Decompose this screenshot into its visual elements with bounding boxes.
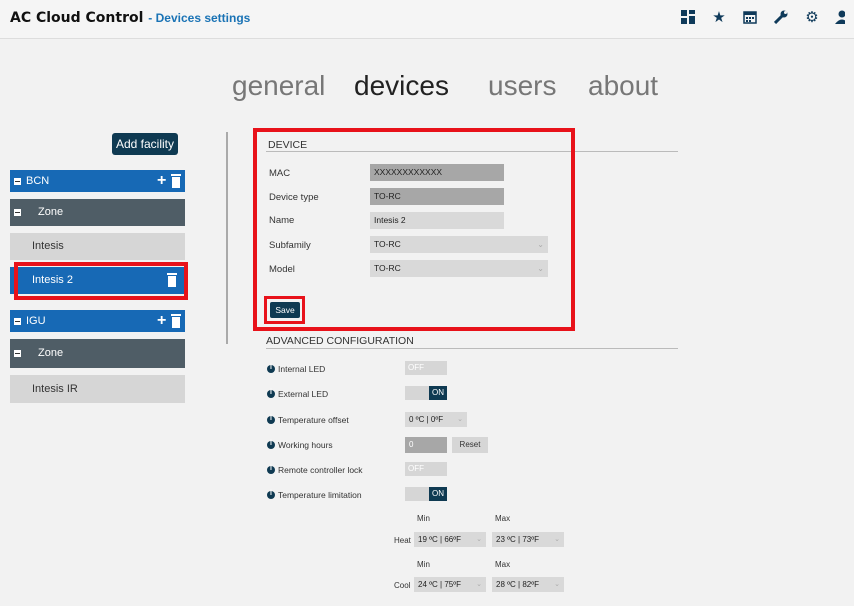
internal-led-label: Internal LED [278, 364, 326, 374]
trash-icon[interactable] [171, 314, 181, 328]
facility-name: IGU [26, 315, 46, 327]
facility-row-igu[interactable]: IGU + [10, 310, 185, 332]
select-value: 24 ºC | 75ºF [418, 580, 462, 589]
zone-row-igu[interactable]: Zone [10, 339, 185, 368]
facility-row-bcn[interactable]: BCN + [10, 170, 185, 192]
info-icon[interactable] [267, 490, 275, 499]
select-value: 19 ºC | 66ºF [418, 535, 462, 544]
external-led-toggle[interactable]: ON [405, 386, 447, 400]
heat-max-select[interactable]: 23 ºC | 73ºF ⌄ [492, 532, 564, 547]
advanced-section-title: ADVANCED CONFIGURATION [266, 335, 414, 347]
tab-general[interactable]: general [232, 70, 325, 102]
select-value: 28 ºC | 82ºF [496, 580, 540, 589]
collapse-icon[interactable] [14, 350, 21, 357]
collapse-icon[interactable] [14, 209, 21, 216]
toggle-state: OFF [408, 363, 424, 372]
add-icon[interactable]: + [157, 310, 166, 332]
zone-row-bcn[interactable]: Zone [10, 199, 185, 226]
chevron-down-icon: ⌄ [457, 416, 463, 423]
star-icon[interactable]: ★ [711, 10, 727, 26]
info-icon[interactable] [267, 364, 275, 373]
temperature-offset-label: Temperature offset [278, 415, 349, 425]
cool-min-select[interactable]: 24 ºC | 75ºF ⌄ [414, 577, 486, 592]
page-subtitle: - Devices settings [148, 11, 251, 25]
collapse-icon[interactable] [14, 178, 21, 185]
add-icon[interactable]: + [157, 170, 166, 192]
gear-icon[interactable]: ⚙ [804, 10, 820, 26]
wrench-icon[interactable] [773, 10, 789, 26]
reset-button[interactable]: Reset [452, 437, 488, 453]
tab-about[interactable]: about [588, 70, 658, 102]
device-name: Intesis [32, 240, 64, 252]
toggle-state: ON [429, 487, 447, 501]
trash-icon[interactable] [171, 174, 181, 188]
device-row-intesis[interactable]: Intesis [10, 233, 185, 260]
internal-led-toggle[interactable]: OFF [405, 361, 447, 375]
toggle-state: OFF [408, 464, 424, 473]
tab-users[interactable]: users [488, 70, 556, 102]
zone-name: Zone [38, 206, 64, 218]
temperature-offset-select[interactable]: 0 ºC | 0ºF ⌄ [405, 412, 467, 427]
highlight-box [14, 262, 188, 300]
add-facility-button[interactable]: Add facility [112, 133, 178, 155]
toggle-state: ON [429, 386, 447, 400]
facility-name: BCN [26, 175, 50, 187]
divider [226, 132, 228, 344]
remote-lock-label: Remote controller lock [278, 465, 363, 475]
cool-max-label: Max [495, 560, 511, 569]
info-icon[interactable] [267, 415, 275, 424]
chevron-down-icon: ⌄ [554, 536, 560, 543]
top-bar: AC Cloud Control - Devices settings ★ ⚙ [0, 0, 854, 39]
cool-min-label: Min [417, 560, 430, 569]
cool-max-select[interactable]: 28 ºC | 82ºF ⌄ [492, 577, 564, 592]
select-value: 0 ºC | 0ºF [409, 415, 444, 424]
device-name: Intesis IR [32, 383, 78, 395]
info-icon[interactable] [267, 440, 275, 449]
dashboard-icon[interactable] [680, 10, 696, 26]
zone-name: Zone [38, 347, 64, 359]
select-value: 23 ºC | 73ºF [496, 535, 540, 544]
chevron-down-icon: ⌄ [476, 581, 482, 588]
chevron-down-icon: ⌄ [476, 536, 482, 543]
temperature-limitation-toggle[interactable]: ON [405, 487, 447, 501]
heat-min-select[interactable]: 19 ºC | 66ºF ⌄ [414, 532, 486, 547]
cool-label: Cool [394, 581, 411, 590]
user-icon[interactable] [835, 10, 845, 26]
app-title: AC Cloud Control - Devices settings [10, 10, 251, 26]
heat-min-label: Min [417, 514, 430, 523]
heat-max-label: Max [495, 514, 511, 523]
external-led-label: External LED [278, 389, 329, 399]
heat-label: Heat [394, 536, 411, 545]
device-row-intesis-ir[interactable]: Intesis IR [10, 375, 185, 403]
temperature-limitation-label: Temperature limitation [278, 490, 362, 500]
collapse-icon[interactable] [14, 318, 21, 325]
remote-lock-toggle[interactable]: OFF [405, 462, 447, 476]
highlight-box [253, 128, 575, 331]
working-hours-label: Working hours [278, 440, 333, 450]
info-icon[interactable] [267, 389, 275, 398]
info-icon[interactable] [267, 465, 275, 474]
working-hours-field: 0 [405, 437, 447, 453]
calendar-icon[interactable] [742, 10, 758, 26]
chevron-down-icon: ⌄ [554, 581, 560, 588]
divider [266, 348, 678, 349]
tab-devices[interactable]: devices [354, 70, 449, 102]
